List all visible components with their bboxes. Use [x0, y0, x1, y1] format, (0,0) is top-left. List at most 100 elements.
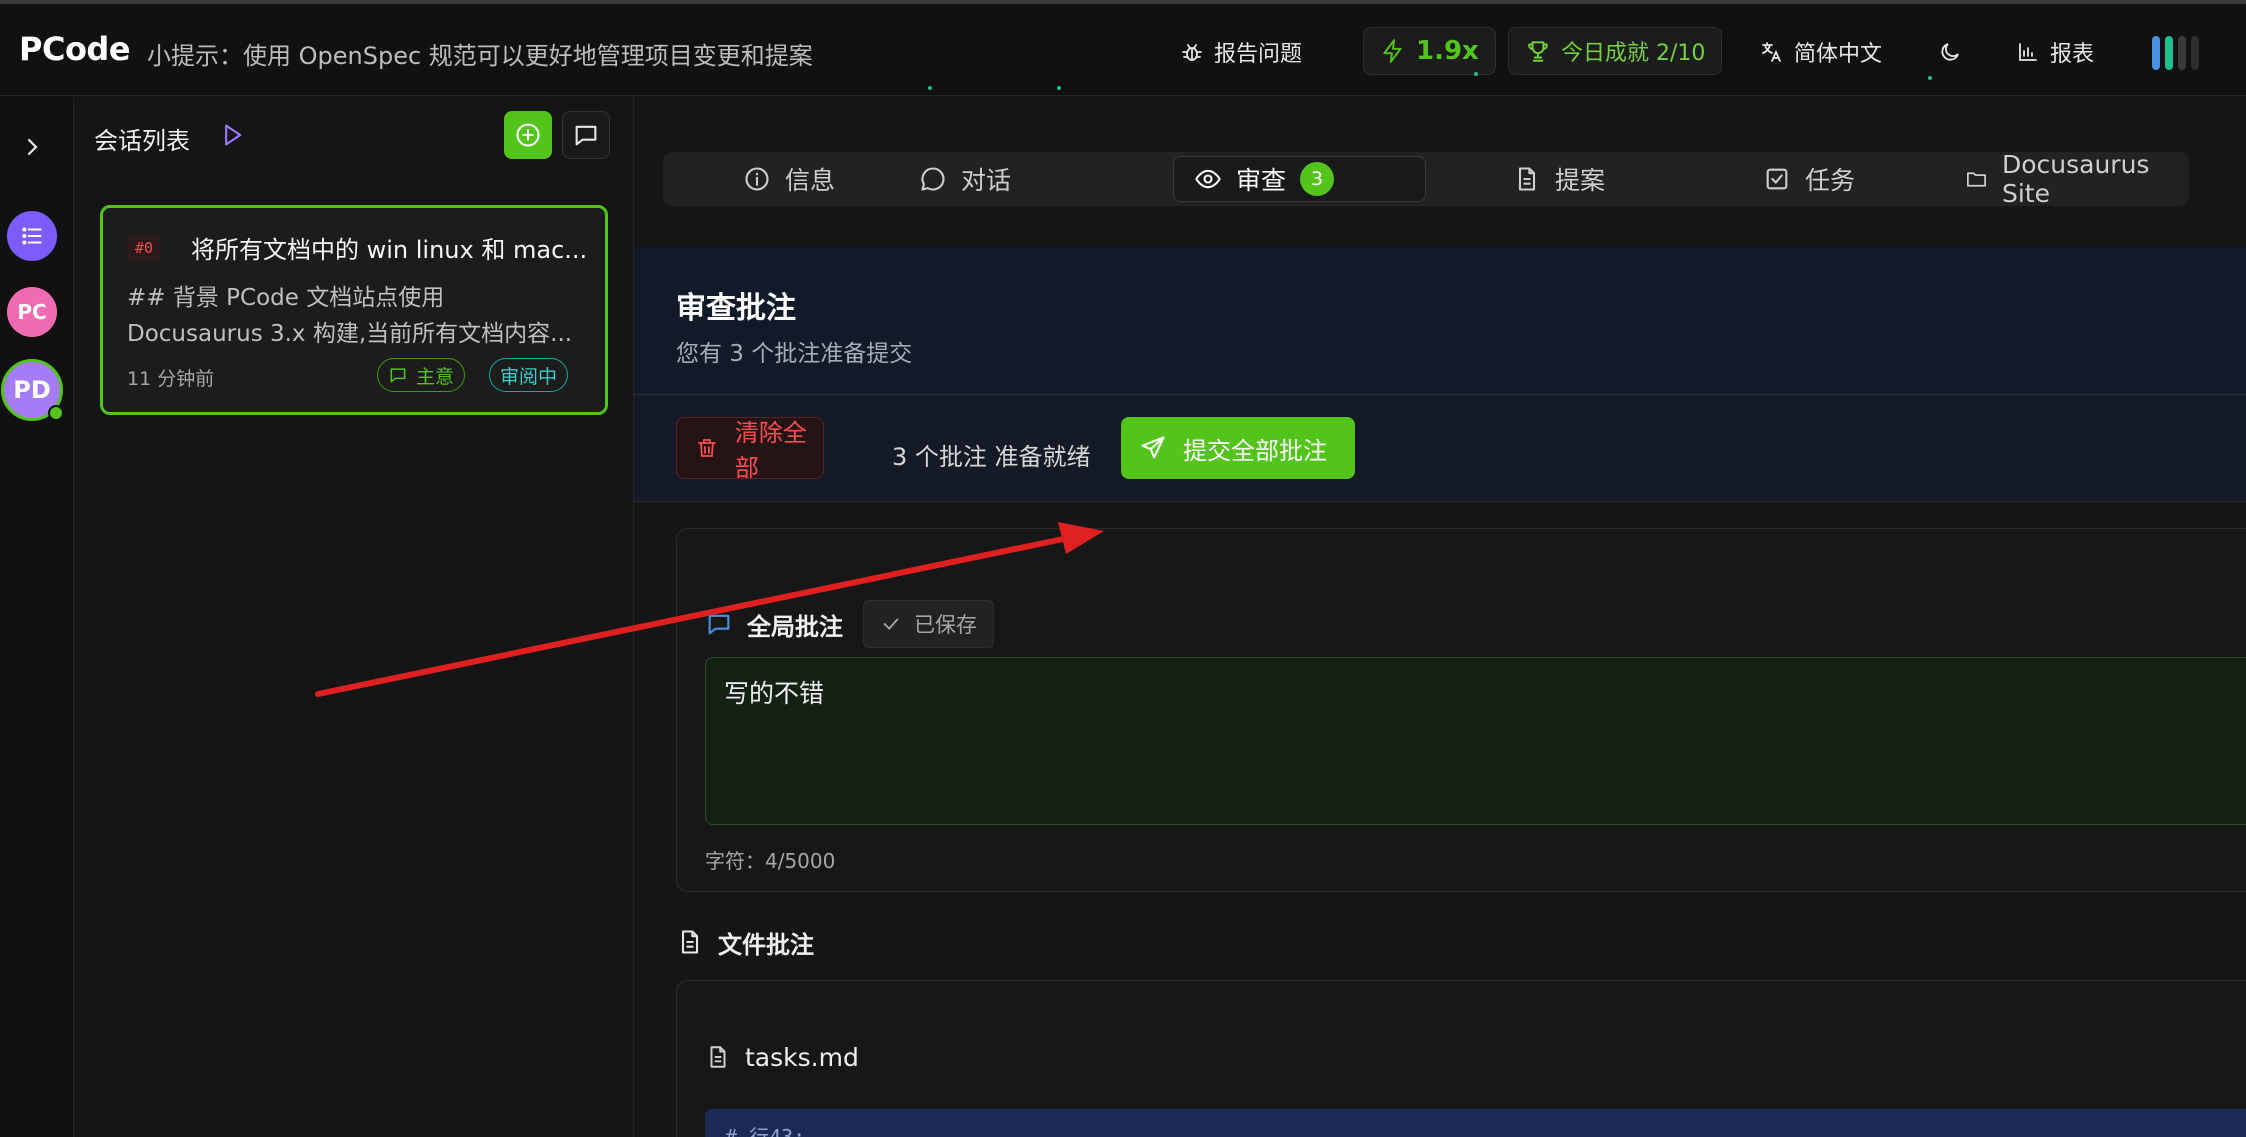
- decor-dot: [928, 86, 932, 90]
- tab-tasks[interactable]: 任务: [1743, 156, 1875, 202]
- global-annotation-title: 全局批注: [747, 612, 843, 641]
- tab-info-label: 信息: [785, 166, 836, 195]
- tab-docusaurus-site[interactable]: Docusaurus Site: [1945, 150, 2189, 208]
- moon-icon: [1941, 43, 1959, 61]
- plus-circle-icon: [516, 123, 540, 147]
- checkbox-icon: [1766, 168, 1788, 190]
- annotations-content: 全局批注 已保存 写的不错 字符：4/5000 文件批注 tasks.md # …: [634, 502, 2246, 1137]
- achievement-label: 今日成就 2/10: [1561, 41, 1706, 66]
- chat-icon: [921, 167, 945, 191]
- chat-view-button[interactable]: [562, 111, 610, 159]
- rail-avatar-pc[interactable]: PC: [7, 287, 57, 337]
- message-square-icon: [390, 368, 406, 383]
- decor-dot: [1057, 86, 1061, 90]
- ready-count-text: 3 个批注 准备就绪: [892, 443, 1091, 471]
- online-status-dot: [48, 405, 64, 421]
- check-icon: [883, 618, 899, 630]
- document-icon: [710, 1046, 726, 1068]
- send-icon: [1141, 436, 1165, 459]
- char-count: 字符：4/5000: [705, 849, 836, 873]
- file-header: tasks.md: [705, 1037, 859, 1077]
- session-status-badge: 审阅中: [489, 358, 569, 392]
- tab-proposal-label: 提案: [1555, 166, 1606, 195]
- chevron-right-icon[interactable]: [20, 135, 44, 159]
- tab-proposal[interactable]: 提案: [1493, 156, 1625, 202]
- document-icon: [681, 930, 699, 954]
- tab-bar: 信息 对话 审查 3 提案 任务 Docusaurus Site: [663, 150, 2189, 208]
- bug-icon: [1182, 44, 1202, 61]
- theme-toggle[interactable]: [1938, 30, 1962, 74]
- lightning-icon: [1383, 39, 1402, 63]
- file-name[interactable]: tasks.md: [745, 1043, 859, 1072]
- info-icon: [745, 167, 769, 191]
- status-bar: [2178, 36, 2186, 70]
- language-label: 简体中文: [1794, 42, 1883, 67]
- global-annotation-header: 全局批注 已保存: [705, 599, 994, 649]
- clear-all-button[interactable]: 清除全部: [676, 417, 824, 482]
- review-action-bar: 清除全部 3 个批注 准备就绪 提交全部批注: [634, 395, 2246, 502]
- session-list-panel: 会话列表 #0 将所有文档中的 win linux 和 mac... ## 背景…: [74, 97, 634, 1137]
- status-bar: [2165, 36, 2173, 70]
- speed-indicator[interactable]: 1.9x: [1363, 27, 1496, 75]
- eye-icon: [1195, 169, 1221, 189]
- play-icon[interactable]: [218, 121, 246, 149]
- file-annotation-card: tasks.md # 行43:: [676, 980, 2246, 1137]
- tab-tasks-label: 任务: [1805, 166, 1856, 195]
- bar-chart-icon: [2019, 43, 2037, 61]
- session-tag: #0: [127, 234, 162, 262]
- top-header: PCode 小提示：使用 OpenSpec 规范可以更好地管理项目变更和提案 报…: [0, 4, 2246, 96]
- message-square-icon: [575, 125, 597, 146]
- tip-text: 小提示：使用 OpenSpec 规范可以更好地管理项目变更和提案: [147, 42, 813, 70]
- translate-icon: [1762, 42, 1781, 62]
- new-session-button[interactable]: [504, 111, 552, 159]
- main-content: 信息 对话 审查 3 提案 任务 Docusaurus Site 审查批注 您有…: [634, 97, 2246, 1137]
- status-bars: [2152, 36, 2246, 70]
- review-subtitle: 您有 3 个批注准备提交: [676, 341, 913, 367]
- session-card[interactable]: #0 将所有文档中的 win linux 和 mac... ## 背景 PCod…: [100, 205, 608, 415]
- saved-status: 已保存: [863, 600, 994, 648]
- status-bar: [2152, 36, 2160, 70]
- review-count-badge: 3: [1300, 162, 1335, 196]
- achievement-indicator[interactable]: 今日成就 2/10: [1508, 27, 1723, 75]
- rail-list-avatar[interactable]: [7, 211, 57, 261]
- trophy-icon: [1528, 41, 1548, 62]
- submit-all-label: 提交全部批注: [1183, 436, 1327, 465]
- file-annotations-header: 文件批注: [676, 922, 814, 962]
- global-annotation-input[interactable]: 写的不错: [705, 657, 2246, 825]
- tabbar-area: 信息 对话 审查 3 提案 任务 Docusaurus Site: [634, 97, 2246, 247]
- session-time: 11 分钟前: [127, 368, 215, 390]
- session-desc-line2: Docusaurus 3.x 构建,当前所有文档内容...: [127, 321, 573, 347]
- trash-icon: [698, 439, 716, 457]
- list-icon: [22, 227, 42, 245]
- submit-all-button[interactable]: 提交全部批注: [1121, 417, 1355, 479]
- session-title: 将所有文档中的 win linux 和 mac...: [191, 236, 588, 264]
- tab-chat[interactable]: 对话: [899, 156, 1031, 202]
- tab-chat-label: 对话: [961, 166, 1012, 195]
- clear-all-label: 清除全部: [734, 419, 807, 482]
- reports-button[interactable]: 报表: [2016, 30, 2094, 74]
- report-issue-button[interactable]: 报告问题: [1180, 30, 1302, 74]
- decor-dot: [1928, 76, 1932, 80]
- tab-info[interactable]: 信息: [723, 156, 855, 202]
- session-idea-badge[interactable]: 主意: [377, 358, 466, 392]
- session-desc-line1: ## 背景 PCode 文档站点使用: [127, 285, 445, 311]
- report-issue-label: 报告问题: [1214, 42, 1303, 67]
- line-annotation-block[interactable]: # 行43:: [705, 1109, 2246, 1137]
- tab-docusaurus-label: Docusaurus Site: [2001, 150, 2150, 208]
- file-annotations-title: 文件批注: [718, 930, 814, 959]
- left-rail: PC PD: [0, 97, 74, 1137]
- tab-review-label: 审查: [1236, 166, 1287, 195]
- session-idea-label: 主意: [416, 365, 455, 388]
- tab-review[interactable]: 审查 3: [1173, 156, 1426, 202]
- app-logo[interactable]: PCode: [19, 30, 131, 68]
- review-title: 审查批注: [676, 291, 796, 326]
- document-icon: [1518, 167, 1536, 191]
- language-selector[interactable]: 简体中文: [1760, 30, 1882, 74]
- reports-label: 报表: [2050, 42, 2095, 67]
- saved-label: 已保存: [914, 613, 977, 637]
- decor-dot: [1474, 72, 1478, 76]
- session-list-title: 会话列表: [94, 127, 190, 155]
- app-window: PCode 小提示：使用 OpenSpec 规范可以更好地管理项目变更和提案 报…: [0, 0, 2246, 1137]
- speed-value: 1.9x: [1416, 36, 1479, 66]
- global-annotation-card: 全局批注 已保存 写的不错 字符：4/5000: [676, 528, 2246, 892]
